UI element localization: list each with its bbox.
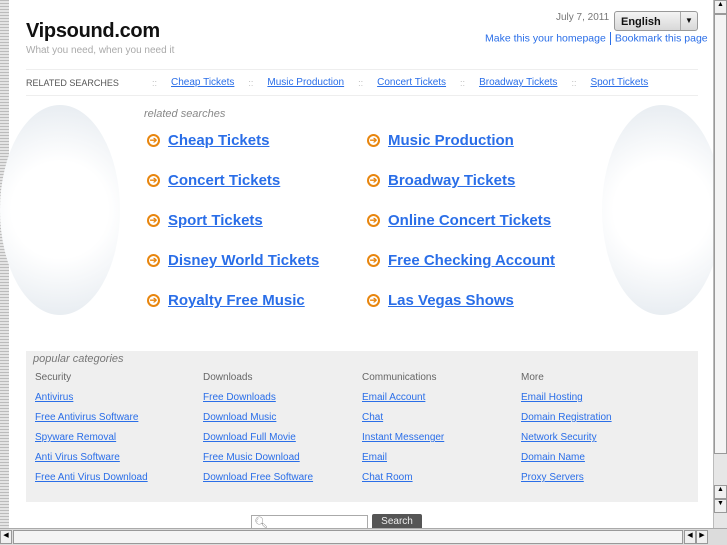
tagline: What you need, when you need it [26,45,175,56]
category-link[interactable]: Free Downloads [203,392,276,403]
related-link[interactable]: Royalty Free Music [168,292,305,309]
column-title: Security [35,372,72,383]
related-item: ➔ Royalty Free Music [147,292,305,309]
category-link[interactable]: Free Music Download [203,452,300,463]
scroll-down-icon[interactable]: ▼ [714,499,727,513]
arrow-right-icon: ➔ [367,294,380,307]
category-link[interactable]: Domain Registration [521,412,612,423]
related-bar-link[interactable]: Cheap Tickets [171,77,234,88]
language-select[interactable]: English ▼ [614,11,698,31]
related-link[interactable]: Broadway Tickets [388,172,515,189]
decorative-orb [602,105,722,315]
scroll-up-icon[interactable]: ▲ [714,485,727,499]
category-link[interactable]: Proxy Servers [521,472,584,483]
related-link[interactable]: Las Vegas Shows [388,292,514,309]
category-column: Downloads Free Downloads Download Music … [203,372,313,492]
related-item: ➔ Music Production [367,132,514,149]
category-link[interactable]: Instant Messenger [362,432,444,443]
category-link[interactable]: Download Full Movie [203,432,296,443]
popular-heading: popular categories [33,353,124,365]
related-bar-link[interactable]: Concert Tickets [377,77,446,88]
related-bar-label: RELATED SEARCHES [26,77,119,88]
category-link[interactable]: Email Account [362,392,425,403]
category-link[interactable]: Antivirus [35,392,73,403]
category-link[interactable]: Email [362,452,387,463]
arrow-right-icon: ➔ [367,134,380,147]
decorative-orb [0,105,120,315]
category-link[interactable]: Spyware Removal [35,432,116,443]
arrow-right-icon: ➔ [147,134,160,147]
arrow-right-icon: ➔ [367,174,380,187]
separator: :: [152,77,158,88]
date: July 7, 2011 [556,12,610,23]
site-title: Vipsound.com [26,20,160,42]
arrow-right-icon: ➔ [147,214,160,227]
related-link[interactable]: Free Checking Account [388,252,555,269]
bookmark-link[interactable]: Bookmark this page [615,32,708,44]
scroll-right-icon[interactable]: ▶ [696,530,708,544]
related-heading: related searches [144,108,226,120]
related-item: ➔ Las Vegas Shows [367,292,514,309]
separator: :: [358,77,364,88]
popular-categories: popular categories Security Antivirus Fr… [26,351,698,502]
column-title: More [521,372,544,383]
category-column: Security Antivirus Free Antivirus Softwa… [35,372,148,492]
top-links: Make this your homepage Bookmark this pag… [485,32,708,45]
category-link[interactable]: Download Music [203,412,276,423]
divider [26,95,698,96]
category-link[interactable]: Chat [362,412,383,423]
category-column: More Email Hosting Domain Registration N… [521,372,612,492]
horizontal-scrollbar[interactable]: ◀ ◀ ▶ [0,528,727,545]
divider [609,32,611,45]
scroll-thumb[interactable] [714,14,727,454]
category-link[interactable]: Free Antivirus Software [35,412,138,423]
related-item: ➔ Online Concert Tickets [367,212,551,229]
related-item: ➔ Broadway Tickets [367,172,515,189]
category-link[interactable]: Network Security [521,432,597,443]
separator: :: [571,77,577,88]
arrow-right-icon: ➔ [367,254,380,267]
related-bar-link[interactable]: Sport Tickets [590,77,648,88]
category-link[interactable]: Anti Virus Software [35,452,120,463]
column-title: Downloads [203,372,253,383]
category-column: Communications Email Account Chat Instan… [362,372,444,492]
vertical-scrollbar[interactable]: ▲ ▲ ▼ [713,0,727,528]
category-link[interactable]: Domain Name [521,452,585,463]
separator: :: [248,77,254,88]
language-value: English [621,16,661,28]
scroll-up-icon[interactable]: ▲ [714,0,727,14]
column-title: Communications [362,372,437,383]
related-link[interactable]: Cheap Tickets [168,132,269,149]
scroll-left-icon[interactable]: ◀ [684,530,696,544]
related-link[interactable]: Concert Tickets [168,172,280,189]
related-bar-link[interactable]: Broadway Tickets [479,77,557,88]
related-bar-link[interactable]: Music Production [267,77,344,88]
related-link[interactable]: Sport Tickets [168,212,263,229]
arrow-right-icon: ➔ [147,254,160,267]
chevron-down-icon: ▼ [680,12,697,30]
related-item: ➔ Sport Tickets [147,212,263,229]
related-item: ➔ Free Checking Account [367,252,555,269]
related-link[interactable]: Online Concert Tickets [388,212,551,229]
category-link[interactable]: Free Anti Virus Download [35,472,148,483]
divider [26,69,698,70]
arrow-right-icon: ➔ [147,294,160,307]
related-item: ➔ Disney World Tickets [147,252,319,269]
make-homepage-link[interactable]: Make this your homepage [485,32,606,44]
related-item: ➔ Cheap Tickets [147,132,269,149]
category-link[interactable]: Download Free Software [203,472,313,483]
scroll-thumb[interactable] [13,530,683,544]
related-link[interactable]: Disney World Tickets [168,252,319,269]
arrow-right-icon: ➔ [147,174,160,187]
related-searches-bar: RELATED SEARCHES :: Cheap Tickets :: Music… [26,77,698,88]
scroll-left-icon[interactable]: ◀ [0,530,12,544]
related-item: ➔ Concert Tickets [147,172,280,189]
separator: :: [460,77,466,88]
related-link[interactable]: Music Production [388,132,514,149]
arrow-right-icon: ➔ [367,214,380,227]
category-link[interactable]: Email Hosting [521,392,583,403]
category-link[interactable]: Chat Room [362,472,413,483]
